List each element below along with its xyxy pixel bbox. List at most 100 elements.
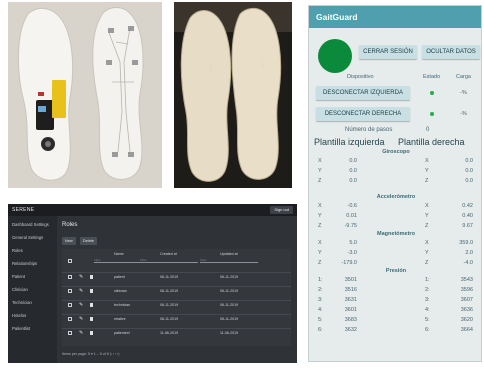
- edit-icon[interactable]: ✎: [79, 274, 83, 280]
- sign-out-button[interactable]: Sign out: [270, 206, 293, 214]
- pressure-left-value: 3632: [344, 327, 357, 333]
- row-checkbox[interactable]: [68, 275, 72, 279]
- column-header[interactable]: Created at: [160, 252, 177, 256]
- hide-data-button[interactable]: OCULTAR DATOS: [422, 45, 480, 59]
- edit-icon[interactable]: ✎: [79, 316, 83, 322]
- accelerometer-left-value: -9.75: [344, 223, 357, 229]
- sidebar-item[interactable]: Patientlist: [12, 326, 30, 331]
- pressure-axis-label-left: 1:: [318, 277, 323, 283]
- pagination[interactable]: Items per page: 5 ▾ 1 – 5 of 8 |‹ ‹ › ›|: [62, 352, 119, 356]
- magnetometer-axis-label-left: Z: [318, 260, 322, 266]
- sidebar: Dashboard Settings General Settings Roles R…: [8, 216, 57, 363]
- table-cell: 06-11-2019: [220, 289, 239, 293]
- table-cell: 11-06-2019: [220, 331, 239, 335]
- pressure-right-value: 3607: [460, 297, 473, 303]
- gyroscope-axis-label-left: X: [318, 158, 322, 164]
- delete-icon[interactable]: [90, 275, 93, 279]
- accelerometer-axis-label-right: X: [425, 203, 429, 209]
- delete-icon[interactable]: [90, 331, 93, 335]
- table-cell: 06-11-2019: [220, 275, 239, 279]
- magnetometer-right-value: -4.0: [463, 260, 473, 266]
- table-cell: clinician: [114, 289, 127, 293]
- accelerometer-right-value: 0.40: [462, 213, 473, 219]
- magnetometer-title: Magnetómetro: [377, 231, 415, 237]
- pressure-axis-label-right: 5:: [425, 317, 430, 323]
- table-cell: 11-06-2019: [160, 331, 179, 335]
- table-cell: 06-11-2019: [220, 317, 239, 321]
- app-title: GaitGuard: [309, 6, 481, 28]
- disconnect-right-button[interactable]: DESCONECTAR DERECHA: [316, 107, 410, 121]
- gyroscope-title: Giroscopo: [382, 149, 410, 155]
- top-bar: SERENE Sign out: [8, 204, 297, 216]
- magnetometer-left-value: 5.0: [349, 240, 357, 246]
- magnetometer-axis-label-left: X: [318, 240, 322, 246]
- left-insole-label: Plantilla izquierda: [314, 137, 385, 147]
- pressure-right-value: 3543: [460, 277, 473, 283]
- row-checkbox[interactable]: [68, 317, 72, 321]
- left-status-dot: [430, 91, 434, 95]
- sidebar-item[interactable]: Patient: [12, 274, 25, 279]
- table-cell: 06-11-2019: [220, 303, 239, 307]
- edit-icon[interactable]: ✎: [79, 302, 83, 308]
- magnetometer-axis-label-right: Y: [425, 250, 429, 256]
- delete-icon[interactable]: [90, 289, 93, 293]
- accelerometer-left-value: 0.01: [346, 213, 357, 219]
- accelerometer-left-value: -0.6: [347, 203, 357, 209]
- magnetometer-axis-label-left: Y: [318, 250, 322, 256]
- gyroscope-axis-label-right: Y: [425, 168, 429, 174]
- connection-status-indicator: [318, 39, 352, 73]
- row-divider: [62, 300, 291, 301]
- delete-button[interactable]: Delete: [80, 237, 97, 245]
- pressure-left-value: 3501: [344, 277, 357, 283]
- close-session-button[interactable]: CERRAR SESIÓN: [359, 45, 417, 59]
- accelerometer-axis-label-left: Z: [318, 223, 322, 229]
- pressure-right-value: 3636: [460, 307, 473, 313]
- page-title: Roles: [62, 222, 78, 228]
- gyroscope-right-value: 0.0: [465, 158, 473, 164]
- column-header[interactable]: Name: [114, 252, 124, 256]
- accelerometer-right-value: 0.42: [462, 203, 473, 209]
- column-header[interactable]: Updated at: [220, 252, 238, 256]
- pressure-right-value: 3596: [460, 287, 473, 293]
- row-checkbox[interactable]: [68, 289, 72, 293]
- sidebar-item[interactable]: Dashboard Settings: [12, 222, 49, 227]
- pressure-axis-label-right: 3:: [425, 297, 430, 303]
- insole-covered-photo: ····· ·····: [174, 2, 292, 188]
- edit-icon[interactable]: ✎: [79, 330, 83, 336]
- magnetometer-left-value: -3.0: [347, 250, 357, 256]
- pressure-axis-label-right: 1:: [425, 277, 430, 283]
- column-filter-input[interactable]: Filter: [200, 258, 258, 263]
- sidebar-item[interactable]: Roles: [12, 248, 23, 253]
- table-cell: technician: [114, 303, 131, 307]
- right-status-dot: [430, 112, 434, 116]
- accelerometer-title: Accelerómetro: [376, 194, 416, 200]
- select-all-checkbox[interactable]: [68, 259, 72, 263]
- pressure-axis-label-right: 2:: [425, 287, 430, 293]
- row-checkbox[interactable]: [68, 331, 72, 335]
- row-divider: [62, 328, 291, 329]
- accelerometer-axis-label-left: X: [318, 203, 322, 209]
- disconnect-left-button[interactable]: DESCONECTAR IZQUIERDA: [316, 86, 410, 100]
- edit-icon[interactable]: ✎: [79, 288, 83, 294]
- sidebar-item[interactable]: Clinician: [12, 287, 28, 292]
- delete-icon[interactable]: [90, 317, 93, 321]
- sidebar-item[interactable]: Relationships: [12, 261, 37, 266]
- serene-admin-screen: SERENE Sign out Dashboard Settings Genera…: [8, 204, 297, 363]
- pressure-axis-label-left: 6:: [318, 327, 323, 333]
- sidebar-item[interactable]: Hotelos: [12, 313, 26, 318]
- row-divider: [62, 286, 291, 287]
- sidebar-item[interactable]: Technician: [12, 300, 32, 305]
- sidebar-item[interactable]: General Settings: [12, 235, 43, 240]
- table-cell: patient: [114, 275, 125, 279]
- column-filter-input[interactable]: Filter: [140, 258, 198, 263]
- device-column-header: Dispositivo: [347, 74, 374, 80]
- gyroscope-right-value: 0.0: [465, 178, 473, 184]
- delete-icon[interactable]: [90, 303, 93, 307]
- new-button[interactable]: New: [62, 237, 76, 245]
- row-checkbox[interactable]: [68, 303, 72, 307]
- pressure-right-value: 3620: [460, 317, 473, 323]
- pressure-axis-label-left: 5:: [318, 317, 323, 323]
- magnetometer-right-value: 359.0: [459, 240, 473, 246]
- pressure-left-value: 3516: [344, 287, 357, 293]
- gyroscope-left-value: 0.0: [349, 168, 357, 174]
